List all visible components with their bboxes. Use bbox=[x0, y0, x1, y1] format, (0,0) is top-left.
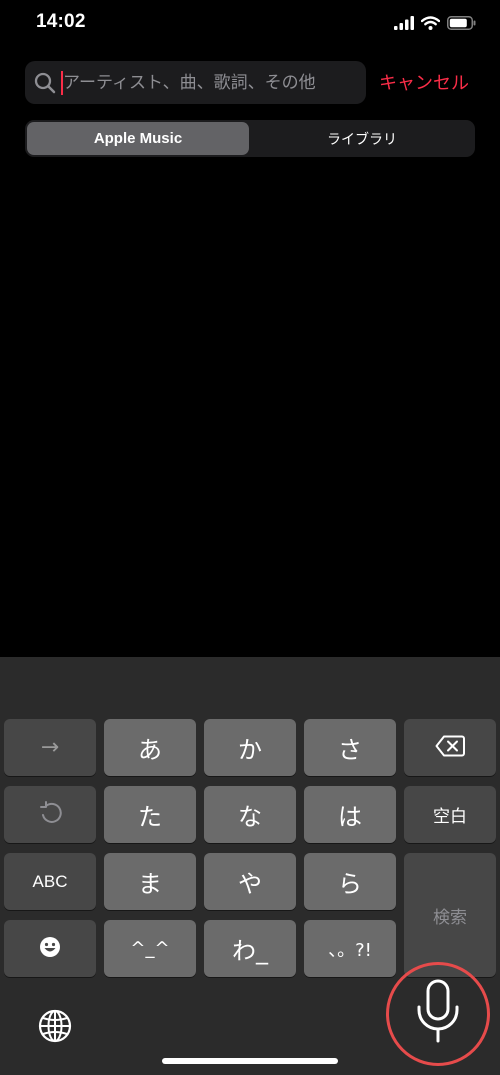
undo-key[interactable] bbox=[4, 786, 96, 843]
key-a[interactable]: あ bbox=[104, 719, 196, 776]
cancel-button[interactable]: キャンセル bbox=[379, 69, 469, 95]
smiley-icon bbox=[39, 936, 61, 962]
key-na[interactable]: な bbox=[204, 786, 296, 843]
cellular-signal-icon bbox=[394, 16, 414, 30]
key-wa[interactable]: わ_ bbox=[204, 920, 296, 977]
undo-icon bbox=[38, 800, 62, 829]
right-arrow-icon: → bbox=[40, 735, 60, 760]
abc-key[interactable]: ABC bbox=[4, 853, 96, 910]
key-sa[interactable]: さ bbox=[304, 719, 396, 776]
search-scope-segmented-control: Apple Music ライブラリ bbox=[25, 120, 475, 157]
text-cursor bbox=[61, 71, 63, 95]
segment-apple-music[interactable]: Apple Music bbox=[27, 122, 249, 155]
dictation-button[interactable] bbox=[386, 962, 490, 1066]
microphone-icon bbox=[415, 979, 461, 1049]
key-ya[interactable]: や bbox=[204, 853, 296, 910]
emoji-key[interactable] bbox=[4, 920, 96, 977]
status-icons bbox=[387, 14, 476, 32]
next-candidate-arrow-key[interactable]: → bbox=[4, 719, 96, 776]
key-ma[interactable]: ま bbox=[104, 853, 196, 910]
music-search-screen: 14:02 アーティスト、曲、歌詞、その他 キャンセル Apple Music … bbox=[0, 0, 500, 1075]
search-field[interactable] bbox=[25, 61, 366, 104]
status-time: 14:02 bbox=[36, 11, 86, 32]
search-key[interactable]: 検索 bbox=[404, 853, 496, 977]
key-ta[interactable]: た bbox=[104, 786, 196, 843]
delete-key[interactable] bbox=[404, 719, 496, 776]
key-punctuation[interactable]: 、。?! bbox=[304, 920, 396, 977]
delete-backward-icon bbox=[435, 735, 465, 761]
home-indicator[interactable] bbox=[162, 1058, 338, 1064]
key-ha[interactable]: は bbox=[304, 786, 396, 843]
globe-key[interactable] bbox=[36, 1007, 74, 1045]
globe-icon bbox=[36, 1009, 74, 1049]
space-key[interactable]: 空白 bbox=[404, 786, 496, 843]
segment-library[interactable]: ライブラリ bbox=[251, 122, 473, 155]
key-ka[interactable]: か bbox=[204, 719, 296, 776]
key-ra[interactable]: ら bbox=[304, 853, 396, 910]
search-input[interactable] bbox=[63, 61, 359, 104]
status-bar: 14:02 bbox=[0, 0, 500, 48]
wifi-icon bbox=[421, 16, 440, 30]
battery-icon bbox=[447, 16, 476, 30]
search-icon bbox=[34, 72, 56, 98]
key-kaomoji[interactable]: ^_^ bbox=[104, 920, 196, 977]
